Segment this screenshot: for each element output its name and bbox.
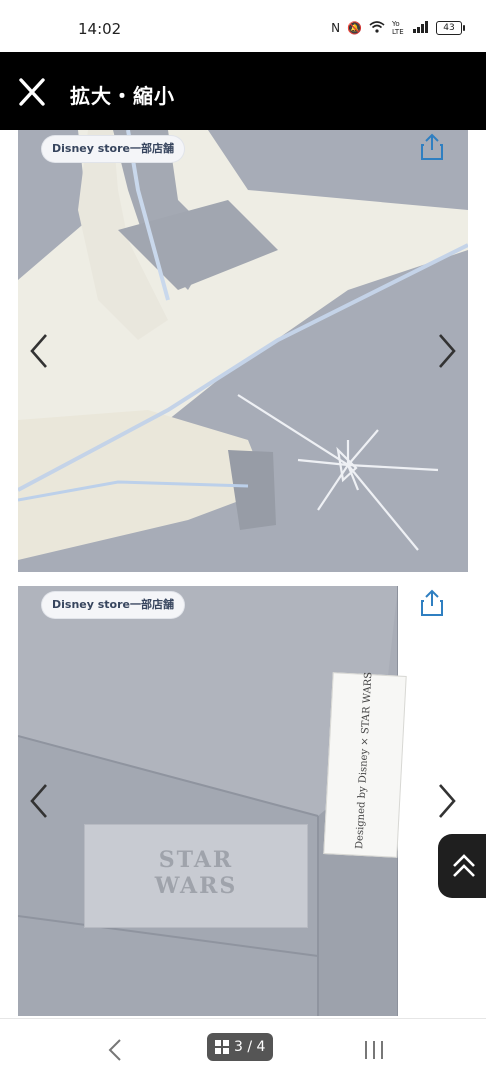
previous-image-button[interactable] <box>24 779 54 823</box>
share-button[interactable] <box>418 132 446 162</box>
close-button[interactable] <box>16 78 48 106</box>
chevron-right-icon <box>439 334 456 368</box>
status-time: 14:02 <box>78 20 122 38</box>
recents-icon <box>365 1041 383 1059</box>
previous-image-button[interactable] <box>24 329 54 373</box>
store-logo: Disney store一部店舗 <box>42 136 184 162</box>
bottom-navigation: 3 / 4 <box>0 1018 486 1081</box>
grid-icon <box>215 1040 229 1054</box>
double-chevron-up-icon <box>453 854 475 877</box>
signal-icon <box>413 20 429 36</box>
store-logo: Disney store一部店舗 <box>42 592 184 618</box>
scroll-to-top-button[interactable] <box>438 834 486 898</box>
page-indicator[interactable]: 3 / 4 <box>207 1033 274 1061</box>
system-back-button[interactable] <box>102 1035 128 1065</box>
recent-apps-button[interactable] <box>360 1037 388 1063</box>
chevron-left-icon <box>30 784 47 818</box>
share-button[interactable] <box>418 588 446 618</box>
page-title: 拡大・縮小 <box>70 84 175 108</box>
chevron-left-icon <box>30 334 47 368</box>
nfc-icon: N <box>331 21 341 35</box>
share-icon <box>421 589 443 616</box>
hoodie-photo <box>18 130 468 572</box>
battery-icon: 43 <box>436 21 465 35</box>
wifi-icon <box>369 20 385 36</box>
hem-photo <box>18 586 468 1016</box>
tag-logo-star: STAR <box>158 847 234 873</box>
mute-icon: 🔕 <box>347 21 362 35</box>
network-label: Yo LTE <box>392 20 404 36</box>
back-chevron-icon <box>108 1039 121 1061</box>
chevron-right-icon <box>439 784 456 818</box>
page-indicator-text: 3 / 4 <box>234 1039 266 1055</box>
tag-logo-wars: WARS <box>154 873 238 899</box>
status-icons: N 🔕 Yo LTE 43 <box>331 20 465 36</box>
side-label-text: Designed by Disney × STAR WARS <box>354 671 375 850</box>
product-side-label: Designed by Disney × STAR WARS <box>323 671 407 858</box>
product-image-2[interactable]: Disney store一部店舗 Designed by Disney × ST… <box>18 586 468 1016</box>
status-bar: 14:02 N 🔕 Yo LTE 43 <box>0 0 486 52</box>
next-image-button[interactable] <box>432 329 462 373</box>
product-image-1[interactable]: Disney store一部店舗 <box>18 130 468 572</box>
share-icon <box>421 133 443 160</box>
star-wars-tag: STAR WARS <box>84 824 308 928</box>
next-image-button[interactable] <box>432 779 462 823</box>
image-viewer[interactable]: Disney store一部店舗 Disney store一部店舗 Design… <box>0 130 486 1018</box>
close-icon <box>19 78 45 106</box>
app-header: 拡大・縮小 <box>0 52 486 130</box>
